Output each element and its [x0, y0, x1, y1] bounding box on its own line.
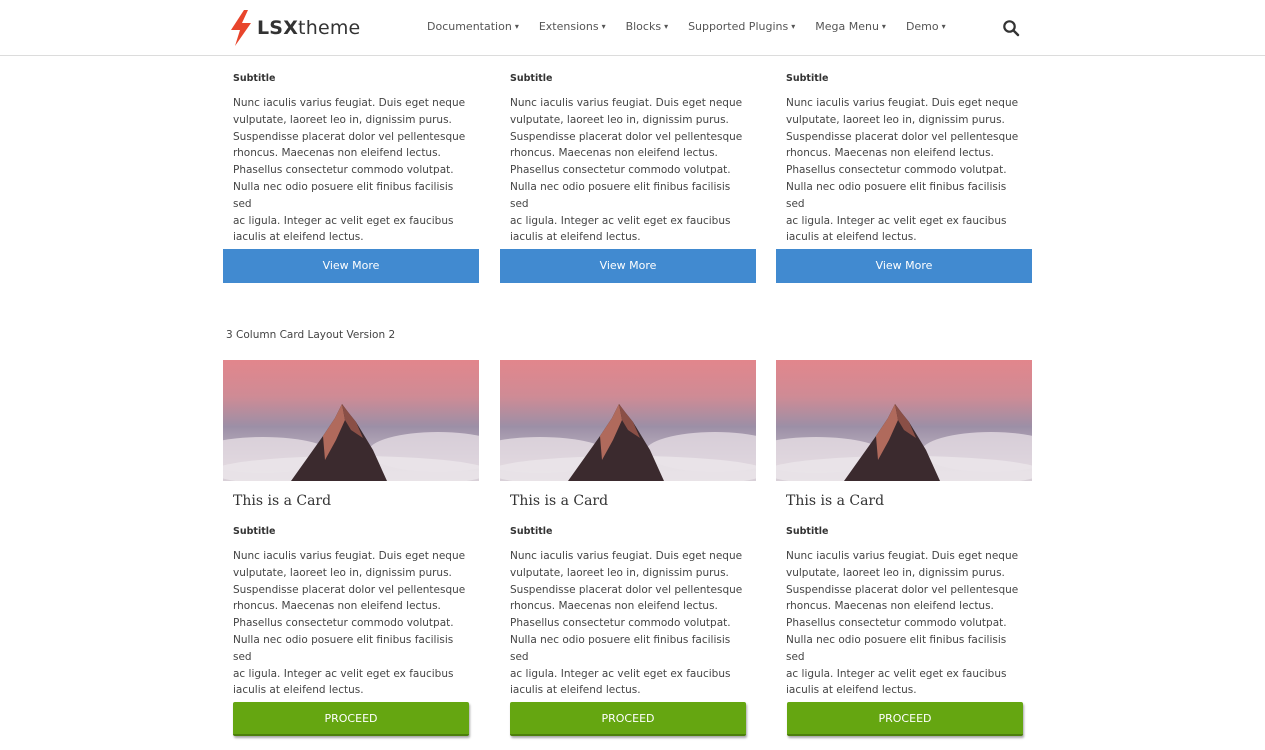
card-image — [500, 360, 756, 481]
card-text: Nunc iaculis varius feugiat. Duis eget n… — [786, 97, 1019, 244]
card-image — [776, 360, 1032, 481]
card-subtitle: Subtitle — [510, 73, 553, 84]
main-nav: Documentation ▾ Extensions ▾ Blocks ▾ Suppo… — [427, 20, 966, 33]
logo-text: LSXtheme — [257, 17, 361, 39]
card-title: This is a Card — [786, 493, 885, 509]
bottom-card-body: Subtitle Nunc iaculis varius feugiat. Du… — [500, 526, 756, 699]
view-more-button[interactable]: View More — [500, 249, 756, 283]
section-heading: 3 Column Card Layout Version 2 — [226, 329, 396, 341]
nav-item-demo[interactable]: Demo ▾ — [906, 20, 946, 33]
caret-down-icon: ▾ — [514, 22, 519, 31]
card-image — [223, 360, 479, 481]
caret-down-icon: ▾ — [601, 22, 606, 31]
card-title: This is a Card — [510, 493, 609, 509]
search-icon[interactable] — [1002, 19, 1020, 37]
card-subtitle: Subtitle — [233, 526, 276, 537]
card-subtitle: Subtitle — [786, 526, 829, 537]
nav-item-supported-plugins[interactable]: Supported Plugins ▾ — [688, 20, 795, 33]
nav-item-blocks[interactable]: Blocks ▾ — [626, 20, 669, 33]
card-text: Nunc iaculis varius feugiat. Duis eget n… — [510, 550, 743, 697]
nav-item-mega-menu[interactable]: Mega Menu ▾ — [815, 20, 886, 33]
proceed-button[interactable]: PROCEED — [233, 702, 469, 736]
card-subtitle: Subtitle — [786, 73, 829, 84]
view-more-button[interactable]: View More — [223, 249, 479, 283]
caret-down-icon: ▾ — [941, 22, 946, 31]
caret-down-icon: ▾ — [664, 22, 669, 31]
top-card: Subtitle Nunc iaculis varius feugiat. Du… — [776, 73, 1032, 246]
view-more-button[interactable]: View More — [776, 249, 1032, 283]
bottom-card-body: Subtitle Nunc iaculis varius feugiat. Du… — [776, 526, 1032, 699]
caret-down-icon: ▾ — [881, 22, 886, 31]
nav-item-extensions[interactable]: Extensions ▾ — [539, 20, 606, 33]
card-text: Nunc iaculis varius feugiat. Duis eget n… — [786, 550, 1019, 697]
proceed-button[interactable]: PROCEED — [510, 702, 746, 736]
caret-down-icon: ▾ — [791, 22, 796, 31]
card-title: This is a Card — [233, 493, 332, 509]
site-header: LSXtheme Documentation ▾ Extensions ▾ Bloc… — [0, 0, 1265, 56]
top-card: Subtitle Nunc iaculis varius feugiat. Du… — [500, 73, 756, 246]
card-text: Nunc iaculis varius feugiat. Duis eget n… — [233, 97, 466, 244]
top-card: Subtitle Nunc iaculis varius feugiat. Du… — [223, 73, 479, 246]
nav-item-documentation[interactable]: Documentation ▾ — [427, 20, 519, 33]
card-text: Nunc iaculis varius feugiat. Duis eget n… — [510, 97, 743, 244]
card-subtitle: Subtitle — [233, 73, 276, 84]
proceed-button[interactable]: PROCEED — [787, 702, 1023, 736]
lightning-bolt-icon — [231, 10, 251, 46]
card-subtitle: Subtitle — [510, 526, 553, 537]
bottom-card-body: Subtitle Nunc iaculis varius feugiat. Du… — [223, 526, 479, 699]
card-text: Nunc iaculis varius feugiat. Duis eget n… — [233, 550, 466, 697]
site-logo[interactable]: LSXtheme — [229, 10, 360, 46]
